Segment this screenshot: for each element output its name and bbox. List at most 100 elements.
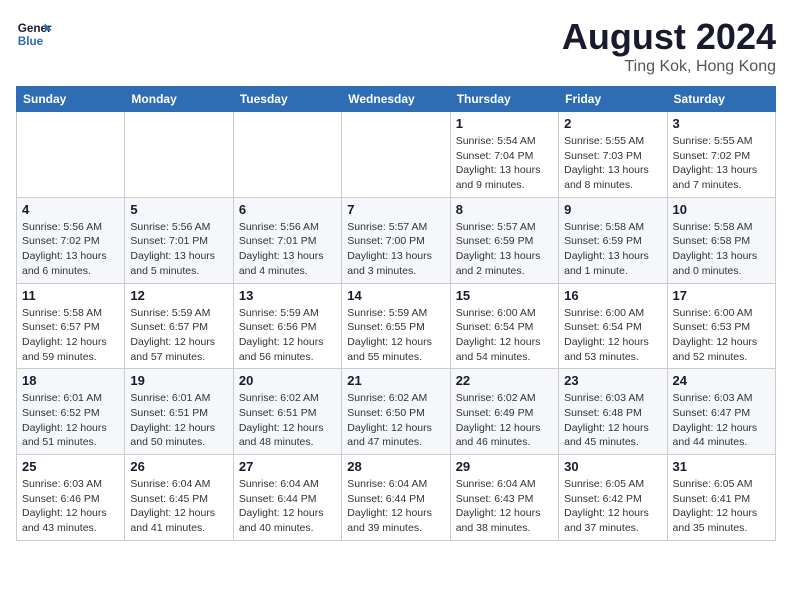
day-number: 5 [130, 202, 227, 217]
day-info: Sunrise: 6:03 AMSunset: 6:46 PMDaylight:… [22, 477, 119, 536]
day-info: Sunrise: 6:00 AMSunset: 6:54 PMDaylight:… [564, 306, 661, 365]
day-number: 22 [456, 373, 553, 388]
week-row-1: 1Sunrise: 5:54 AMSunset: 7:04 PMDaylight… [17, 112, 776, 198]
day-cell-8: 8 Sunrise: 5:57 AMSunset: 6:59 PMDaylight… [450, 197, 558, 283]
day-cell-23: 23 Sunrise: 6:03 AMSunset: 6:48 PMDayligh… [559, 369, 667, 455]
day-cell-3: 3 Sunrise: 5:55 AMSunset: 7:02 PMDaylight… [667, 112, 775, 198]
day-cell-31: 31Sunrise: 6:05 AMSunset: 6:41 PMDayligh… [667, 455, 775, 541]
day-number: 8 [456, 202, 553, 217]
day-cell-29: 29Sunrise: 6:04 AMSunset: 6:43 PMDayligh… [450, 455, 558, 541]
day-number: 25 [22, 459, 119, 474]
day-cell-9: 9 Sunrise: 5:58 AMSunset: 6:59 PMDaylight… [559, 197, 667, 283]
day-number: 15 [456, 288, 553, 303]
day-info: Sunrise: 5:54 AMSunset: 7:04 PMDaylight:… [456, 134, 553, 193]
week-row-2: 4Sunrise: 5:56 AMSunset: 7:02 PMDaylight… [17, 197, 776, 283]
day-info: Sunrise: 5:59 AMSunset: 6:56 PMDaylight:… [239, 306, 336, 365]
day-cell-11: 11 Sunrise: 5:58 AMSunset: 6:57 PMDayligh… [17, 283, 125, 369]
day-info: Sunrise: 6:04 AMSunset: 6:44 PMDaylight:… [239, 477, 336, 536]
weekday-header-monday: Monday [125, 87, 233, 112]
day-info: Sunrise: 6:00 AMSunset: 6:53 PMDaylight:… [673, 306, 770, 365]
day-number: 10 [673, 202, 770, 217]
day-number: 9 [564, 202, 661, 217]
day-cell-28: 28Sunrise: 6:04 AMSunset: 6:44 PMDayligh… [342, 455, 450, 541]
weekday-header-saturday: Saturday [667, 87, 775, 112]
day-cell-22: 22 Sunrise: 6:02 AMSunset: 6:49 PMDayligh… [450, 369, 558, 455]
day-info: Sunrise: 5:58 AMSunset: 6:57 PMDaylight:… [22, 306, 119, 365]
day-cell-21: 21 Sunrise: 6:02 AMSunset: 6:50 PMDayligh… [342, 369, 450, 455]
logo-icon: General Blue [16, 16, 52, 52]
empty-cell [125, 112, 233, 198]
day-info: Sunrise: 5:56 AMSunset: 7:01 PMDaylight:… [130, 220, 227, 279]
day-info: Sunrise: 5:59 AMSunset: 6:57 PMDaylight:… [130, 306, 227, 365]
day-number: 14 [347, 288, 444, 303]
day-info: Sunrise: 5:58 AMSunset: 6:58 PMDaylight:… [673, 220, 770, 279]
day-number: 3 [673, 116, 770, 131]
day-cell-19: 19Sunrise: 6:01 AMSunset: 6:51 PMDayligh… [125, 369, 233, 455]
day-info: Sunrise: 6:04 AMSunset: 6:45 PMDaylight:… [130, 477, 227, 536]
weekday-header-friday: Friday [559, 87, 667, 112]
day-info: Sunrise: 5:57 AMSunset: 6:59 PMDaylight:… [456, 220, 553, 279]
day-cell-7: 7Sunrise: 5:57 AMSunset: 7:00 PMDaylight… [342, 197, 450, 283]
day-cell-13: 13 Sunrise: 5:59 AMSunset: 6:56 PMDayligh… [233, 283, 341, 369]
day-cell-20: 20 Sunrise: 6:02 AMSunset: 6:51 PMDayligh… [233, 369, 341, 455]
day-info: Sunrise: 6:01 AMSunset: 6:52 PMDaylight:… [22, 391, 119, 450]
day-number: 26 [130, 459, 227, 474]
day-cell-27: 27 Sunrise: 6:04 AMSunset: 6:44 PMDayligh… [233, 455, 341, 541]
day-number: 16 [564, 288, 661, 303]
day-info: Sunrise: 6:02 AMSunset: 6:51 PMDaylight:… [239, 391, 336, 450]
day-number: 24 [673, 373, 770, 388]
page-header: General Blue General Blue August 2024 Ti… [16, 16, 776, 76]
day-cell-26: 26 Sunrise: 6:04 AMSunset: 6:45 PMDayligh… [125, 455, 233, 541]
day-cell-30: 30 Sunrise: 6:05 AMSunset: 6:42 PMDayligh… [559, 455, 667, 541]
day-cell-5: 5 Sunrise: 5:56 AMSunset: 7:01 PMDaylight… [125, 197, 233, 283]
empty-cell [233, 112, 341, 198]
location: Ting Kok, Hong Kong [562, 58, 776, 76]
day-cell-1: 1Sunrise: 5:54 AMSunset: 7:04 PMDaylight… [450, 112, 558, 198]
day-cell-15: 15 Sunrise: 6:00 AMSunset: 6:54 PMDayligh… [450, 283, 558, 369]
svg-text:Blue: Blue [18, 35, 44, 48]
day-number: 20 [239, 373, 336, 388]
day-info: Sunrise: 5:55 AMSunset: 7:02 PMDaylight:… [673, 134, 770, 193]
day-cell-18: 18 Sunrise: 6:01 AMSunset: 6:52 PMDayligh… [17, 369, 125, 455]
weekday-header-thursday: Thursday [450, 87, 558, 112]
day-number: 23 [564, 373, 661, 388]
weekday-header-sunday: Sunday [17, 87, 125, 112]
day-cell-24: 24 Sunrise: 6:03 AMSunset: 6:47 PMDayligh… [667, 369, 775, 455]
day-info: Sunrise: 5:58 AMSunset: 6:59 PMDaylight:… [564, 220, 661, 279]
calendar-table: SundayMondayTuesdayWednesdayThursdayFrid… [16, 86, 776, 541]
day-info: Sunrise: 5:55 AMSunset: 7:03 PMDaylight:… [564, 134, 661, 193]
day-info: Sunrise: 6:05 AMSunset: 6:42 PMDaylight:… [564, 477, 661, 536]
day-number: 30 [564, 459, 661, 474]
week-row-3: 11 Sunrise: 5:58 AMSunset: 6:57 PMDayligh… [17, 283, 776, 369]
day-info: Sunrise: 6:02 AMSunset: 6:49 PMDaylight:… [456, 391, 553, 450]
day-info: Sunrise: 6:03 AMSunset: 6:48 PMDaylight:… [564, 391, 661, 450]
day-number: 11 [22, 288, 119, 303]
month-title: August 2024 [562, 16, 776, 58]
day-info: Sunrise: 6:01 AMSunset: 6:51 PMDaylight:… [130, 391, 227, 450]
day-cell-25: 25 Sunrise: 6:03 AMSunset: 6:46 PMDayligh… [17, 455, 125, 541]
day-cell-17: 17 Sunrise: 6:00 AMSunset: 6:53 PMDayligh… [667, 283, 775, 369]
week-row-5: 25 Sunrise: 6:03 AMSunset: 6:46 PMDayligh… [17, 455, 776, 541]
day-info: Sunrise: 5:56 AMSunset: 7:01 PMDaylight:… [239, 220, 336, 279]
day-info: Sunrise: 6:04 AMSunset: 6:44 PMDaylight:… [347, 477, 444, 536]
day-info: Sunrise: 6:00 AMSunset: 6:54 PMDaylight:… [456, 306, 553, 365]
day-number: 12 [130, 288, 227, 303]
week-row-4: 18 Sunrise: 6:01 AMSunset: 6:52 PMDayligh… [17, 369, 776, 455]
day-cell-12: 12 Sunrise: 5:59 AMSunset: 6:57 PMDayligh… [125, 283, 233, 369]
day-info: Sunrise: 6:02 AMSunset: 6:50 PMDaylight:… [347, 391, 444, 450]
weekday-header-row: SundayMondayTuesdayWednesdayThursdayFrid… [17, 87, 776, 112]
empty-cell [342, 112, 450, 198]
day-number: 31 [673, 459, 770, 474]
day-number: 29 [456, 459, 553, 474]
day-number: 21 [347, 373, 444, 388]
day-cell-2: 2Sunrise: 5:55 AMSunset: 7:03 PMDaylight… [559, 112, 667, 198]
day-number: 18 [22, 373, 119, 388]
day-cell-6: 6Sunrise: 5:56 AMSunset: 7:01 PMDaylight… [233, 197, 341, 283]
day-cell-4: 4Sunrise: 5:56 AMSunset: 7:02 PMDaylight… [17, 197, 125, 283]
day-info: Sunrise: 6:03 AMSunset: 6:47 PMDaylight:… [673, 391, 770, 450]
day-number: 27 [239, 459, 336, 474]
day-number: 17 [673, 288, 770, 303]
day-info: Sunrise: 5:56 AMSunset: 7:02 PMDaylight:… [22, 220, 119, 279]
logo: General Blue General Blue [16, 16, 52, 52]
day-number: 13 [239, 288, 336, 303]
